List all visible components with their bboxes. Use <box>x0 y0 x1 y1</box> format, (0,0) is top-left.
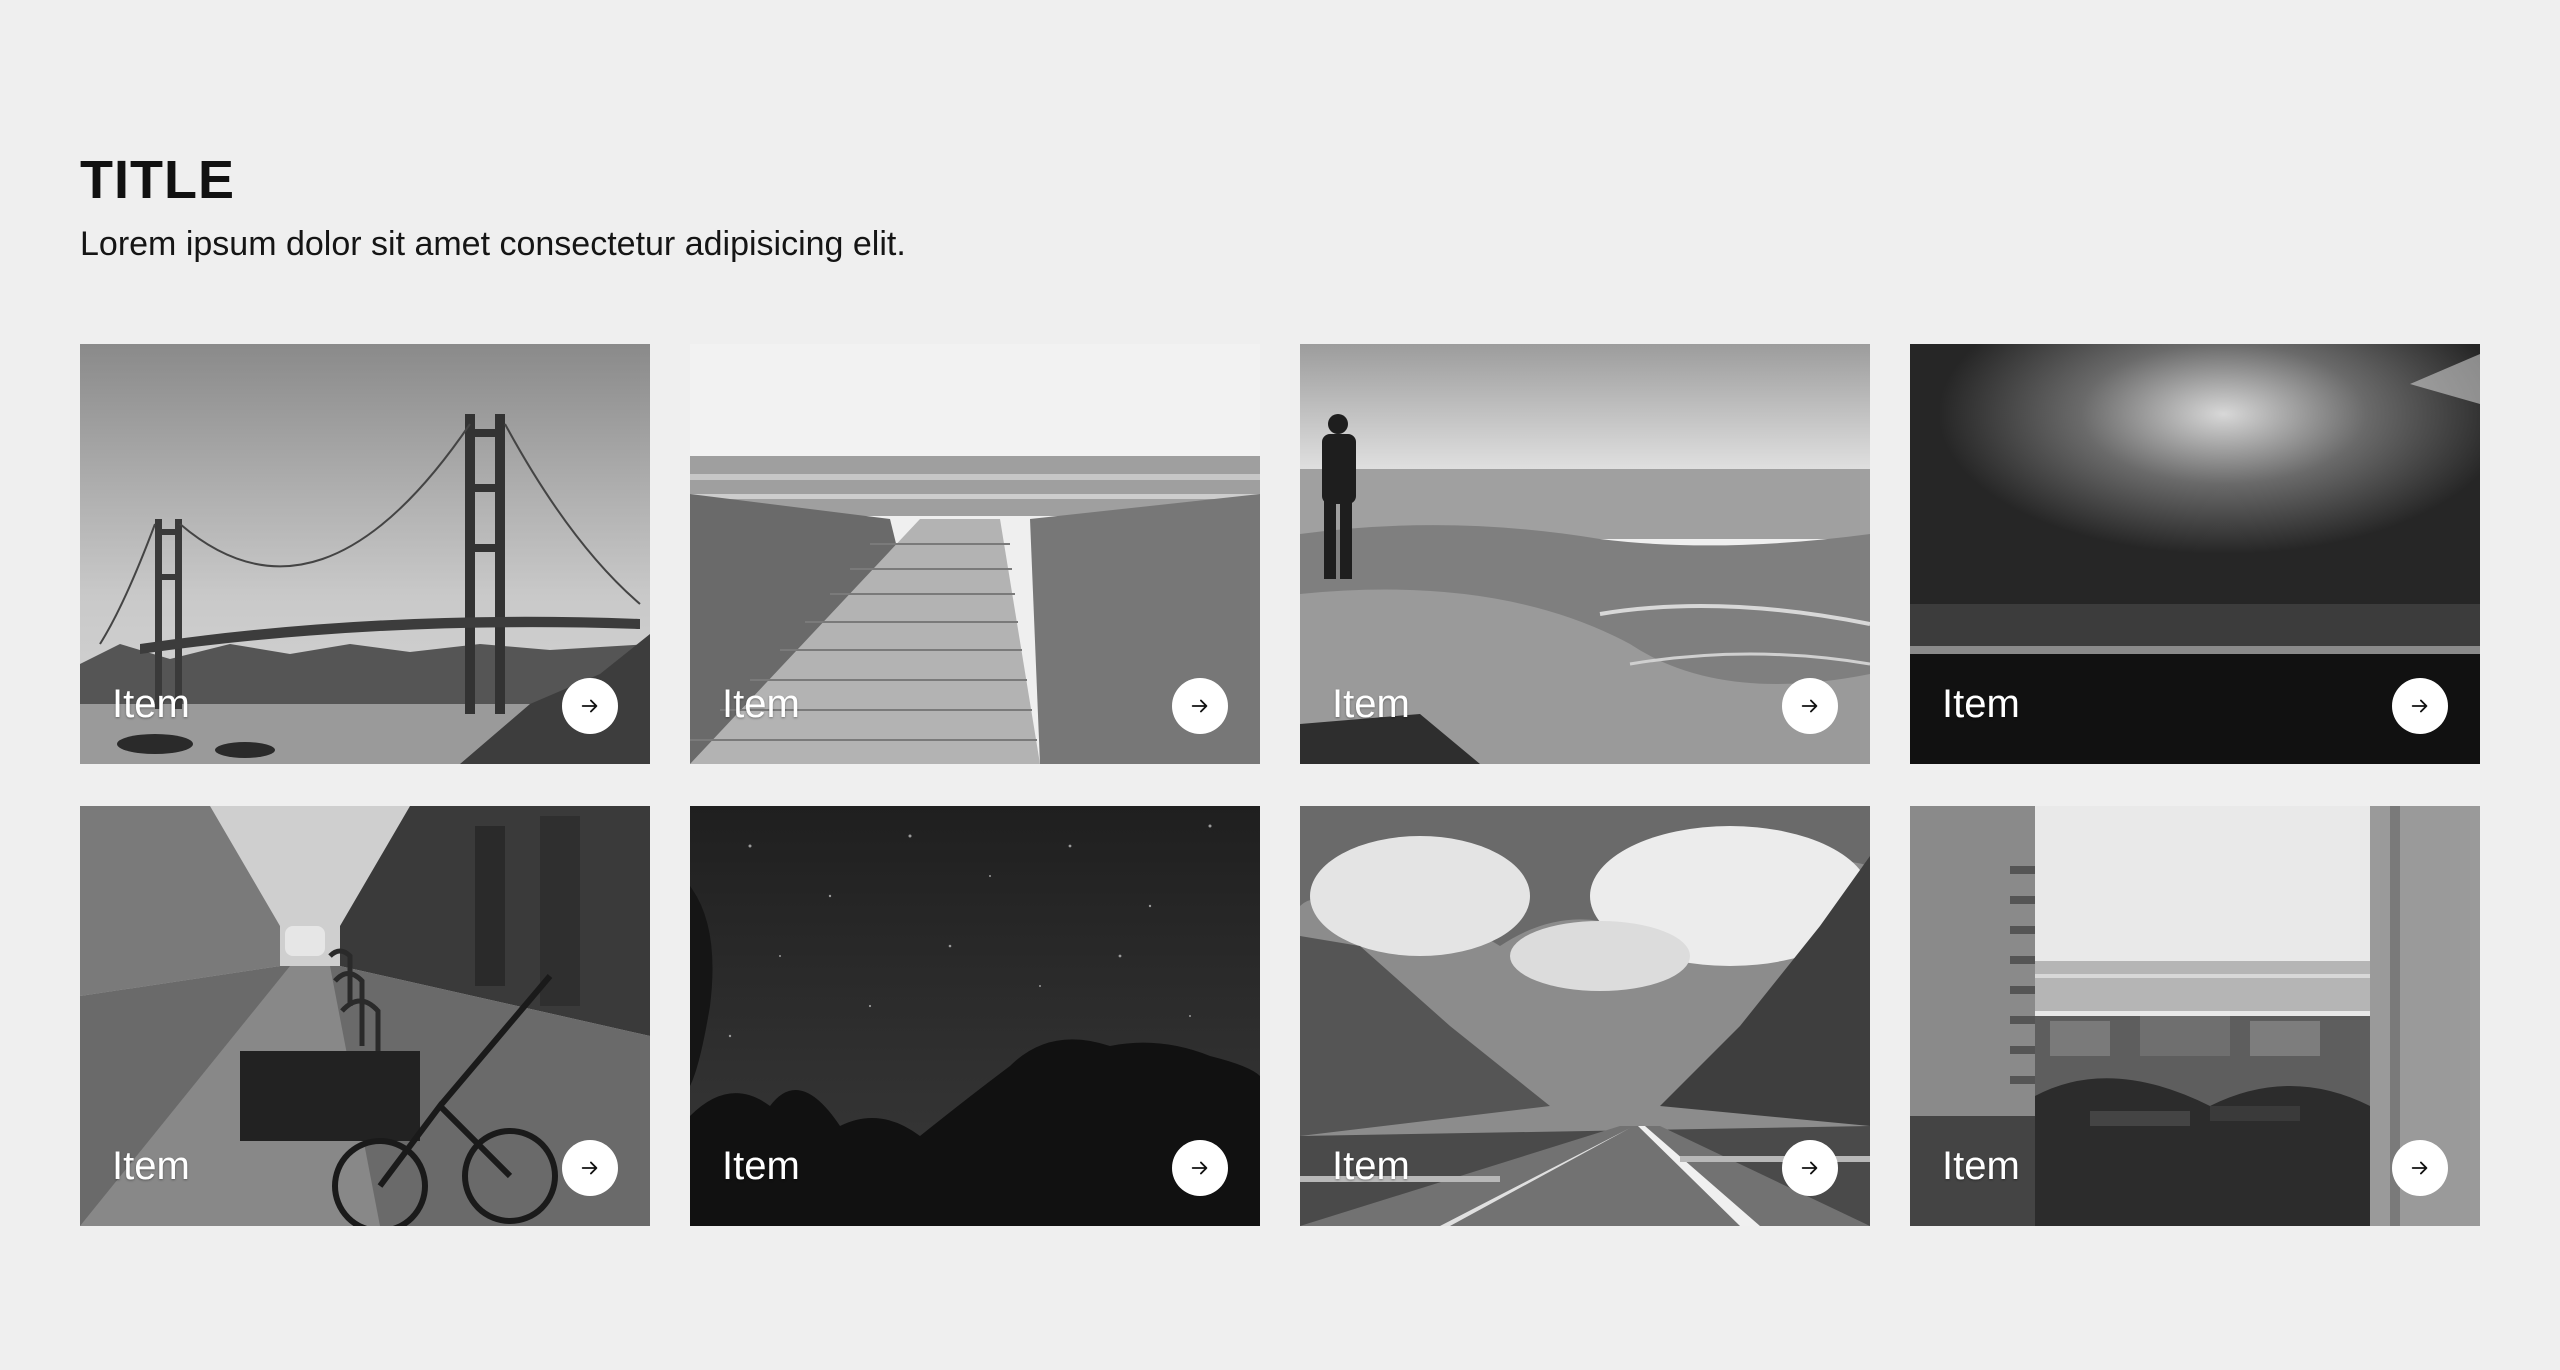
arrow-button[interactable] <box>1782 678 1838 734</box>
card-label: Item <box>1942 682 2020 726</box>
card-golden-gate[interactable]: Item <box>80 344 650 764</box>
card-grid: Item Item Item Item Item Item Item Item <box>80 344 2480 1226</box>
arrow-button[interactable] <box>1172 1140 1228 1196</box>
card-label: Item <box>1332 682 1410 726</box>
arrow-button[interactable] <box>562 678 618 734</box>
arrow-right-icon <box>2411 699 2428 713</box>
header: TITLE Lorem ipsum dolor sit amet consect… <box>80 148 906 266</box>
card-starry-night[interactable]: Item <box>690 806 1260 1226</box>
page-subtitle: Lorem ipsum dolor sit amet consectetur a… <box>80 225 906 263</box>
card-label: Item <box>1332 1144 1410 1188</box>
card-stormy-sky[interactable]: Item <box>1910 344 2480 764</box>
card-label: Item <box>722 1144 800 1188</box>
arrow-right-icon <box>1191 1161 1208 1175</box>
card-street[interactable]: Item <box>80 806 650 1226</box>
arrow-right-icon <box>1801 1161 1818 1175</box>
arrow-right-icon <box>2411 1161 2428 1175</box>
arrow-button[interactable] <box>1172 678 1228 734</box>
arrow-button[interactable] <box>2392 678 2448 734</box>
card-man-waves[interactable]: Item <box>1300 344 1870 764</box>
card-boardwalk[interactable]: Item <box>690 344 1260 764</box>
card-label: Item <box>1942 1144 2020 1188</box>
arrow-right-icon <box>1191 699 1208 713</box>
arrow-button[interactable] <box>562 1140 618 1196</box>
arrow-button[interactable] <box>1782 1140 1838 1196</box>
card-label: Item <box>112 682 190 726</box>
page: TITLE Lorem ipsum dolor sit amet consect… <box>0 0 2560 1370</box>
arrow-right-icon <box>581 699 598 713</box>
card-coastal-city[interactable]: Item <box>1910 806 2480 1226</box>
card-label: Item <box>112 1144 190 1188</box>
card-label: Item <box>722 682 800 726</box>
card-mountain-road[interactable]: Item <box>1300 806 1870 1226</box>
arrow-right-icon <box>1801 699 1818 713</box>
page-title: TITLE <box>80 150 235 210</box>
arrow-button[interactable] <box>2392 1140 2448 1196</box>
arrow-right-icon <box>581 1161 598 1175</box>
